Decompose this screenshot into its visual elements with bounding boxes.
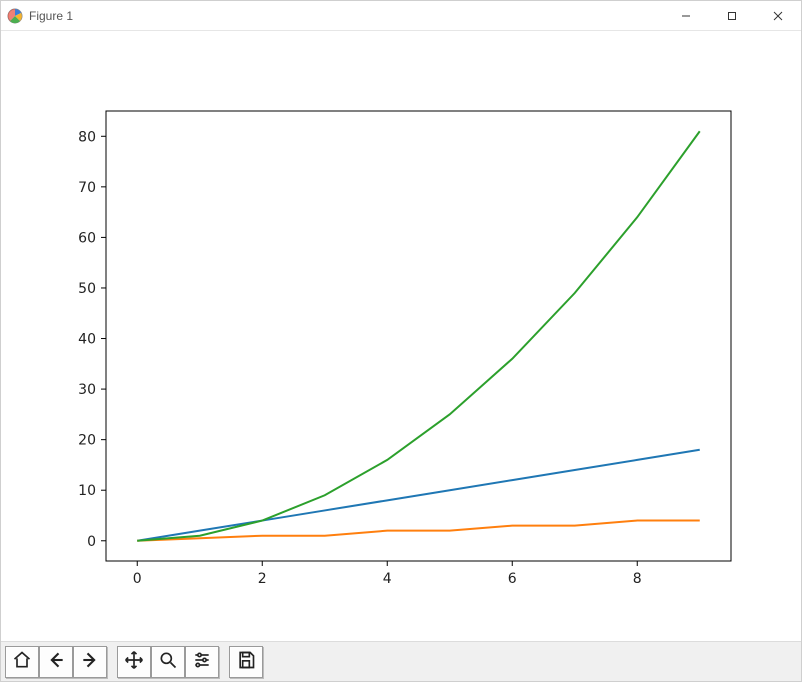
svg-text:6: 6 bbox=[508, 571, 517, 587]
svg-text:80: 80 bbox=[78, 129, 96, 145]
svg-text:4: 4 bbox=[383, 571, 392, 587]
svg-text:0: 0 bbox=[133, 571, 142, 587]
forward-button[interactable] bbox=[73, 646, 107, 678]
configure-subplots-button[interactable] bbox=[185, 646, 219, 678]
maximize-button[interactable] bbox=[709, 1, 755, 31]
sliders-icon bbox=[192, 650, 212, 673]
home-button[interactable] bbox=[5, 646, 39, 678]
zoom-button[interactable] bbox=[151, 646, 185, 678]
close-button[interactable] bbox=[755, 1, 801, 31]
plot-area[interactable]: 0246801020304050607080 bbox=[1, 31, 801, 641]
svg-text:30: 30 bbox=[78, 382, 96, 398]
save-button[interactable] bbox=[229, 646, 263, 678]
pan-button[interactable] bbox=[117, 646, 151, 678]
svg-text:8: 8 bbox=[633, 571, 642, 587]
svg-text:20: 20 bbox=[78, 433, 96, 449]
save-icon bbox=[236, 650, 256, 673]
svg-text:70: 70 bbox=[78, 180, 96, 196]
window-controls bbox=[663, 1, 801, 31]
chart-canvas: 0246801020304050607080 bbox=[1, 31, 801, 641]
svg-text:60: 60 bbox=[78, 231, 96, 247]
move-icon bbox=[124, 650, 144, 673]
svg-text:50: 50 bbox=[78, 281, 96, 297]
svg-text:0: 0 bbox=[87, 534, 96, 550]
magnifier-icon bbox=[158, 650, 178, 673]
svg-text:40: 40 bbox=[78, 332, 96, 348]
series-line bbox=[137, 450, 700, 541]
arrow-left-icon bbox=[46, 650, 66, 673]
window-title: Figure 1 bbox=[29, 9, 73, 23]
svg-text:10: 10 bbox=[78, 483, 96, 499]
matplotlib-icon bbox=[7, 8, 23, 24]
home-icon bbox=[12, 650, 32, 673]
arrow-right-icon bbox=[80, 650, 100, 673]
navigation-toolbar bbox=[1, 641, 801, 681]
series-line bbox=[137, 131, 700, 541]
svg-text:2: 2 bbox=[258, 571, 267, 587]
minimize-button[interactable] bbox=[663, 1, 709, 31]
title-bar: Figure 1 bbox=[1, 1, 801, 31]
back-button[interactable] bbox=[39, 646, 73, 678]
app-window: Figure 1 0246801020304050607080 bbox=[0, 0, 802, 682]
